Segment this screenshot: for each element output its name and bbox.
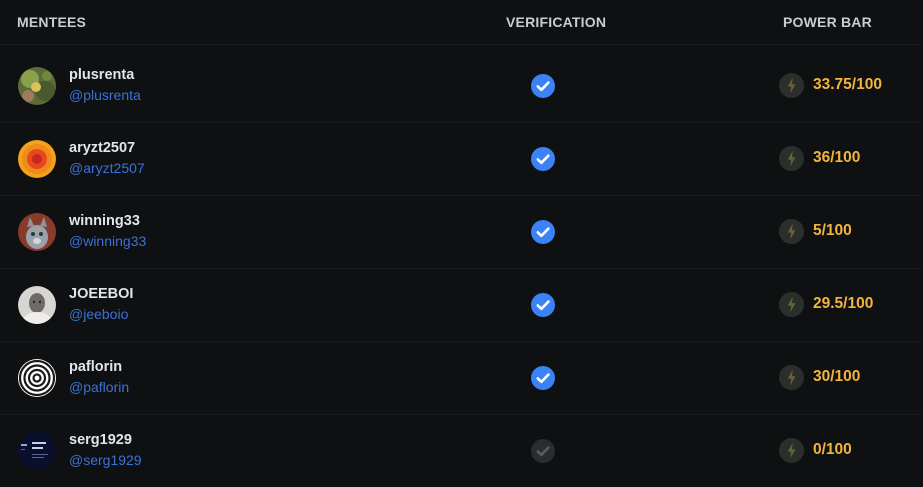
mentee-handle-link[interactable]: @paflorin: [69, 379, 129, 395]
mentee-handle-link[interactable]: @jeeboio: [69, 306, 128, 322]
power-value: 5/100: [813, 222, 852, 239]
verified-check-icon: [531, 366, 555, 390]
unverified-check-icon: [531, 439, 555, 463]
avatar[interactable]: [18, 213, 56, 251]
avatar[interactable]: [18, 359, 56, 397]
verified-check-icon: [531, 74, 555, 98]
mentees-table: MENTEES VERIFICATION POWER BAR plusrenta…: [0, 0, 923, 487]
mentee-username: plusrenta: [69, 67, 135, 83]
power-value: 30/100: [813, 368, 861, 385]
lightning-bolt-icon: [779, 365, 804, 390]
mentee-username: serg1929: [69, 432, 132, 448]
verified-check-icon: [531, 293, 555, 317]
table-row: JOEEBOI @jeeboio 29.5/100: [0, 269, 923, 342]
table-header: MENTEES VERIFICATION POWER BAR: [0, 0, 923, 45]
mentee-username: JOEEBOI: [69, 286, 134, 302]
table-row: plusrenta @plusrenta 33.75/100: [0, 50, 923, 123]
table-row: aryzt2507 @aryzt2507 36/100: [0, 123, 923, 196]
mentee-username: winning33: [69, 213, 140, 229]
verified-check-icon: [531, 147, 555, 171]
lightning-bolt-icon: [779, 73, 804, 98]
avatar[interactable]: [18, 140, 56, 178]
lightning-bolt-icon: [779, 292, 804, 317]
mentee-handle-link[interactable]: @winning33: [69, 233, 146, 249]
verified-check-icon: [531, 220, 555, 244]
mentee-handle-link[interactable]: @plusrenta: [69, 87, 141, 103]
mentee-username: aryzt2507: [69, 140, 136, 156]
column-header-verification: VERIFICATION: [506, 14, 607, 30]
table-row: paflorin @paflorin 30/100: [0, 342, 923, 415]
table-row: winning33 @winning33 5/100: [0, 196, 923, 269]
lightning-bolt-icon: [779, 438, 804, 463]
column-header-power-bar: POWER BAR: [783, 14, 872, 30]
power-value: 33.75/100: [813, 76, 882, 93]
lightning-bolt-icon: [779, 146, 804, 171]
power-value: 36/100: [813, 149, 861, 166]
avatar[interactable]: [18, 67, 56, 105]
lightning-bolt-icon: [779, 219, 804, 244]
mentee-username: paflorin: [69, 359, 123, 375]
mentee-handle-link[interactable]: @aryzt2507: [69, 160, 145, 176]
power-value: 0/100: [813, 441, 852, 458]
column-header-mentees: MENTEES: [17, 14, 87, 30]
mentee-handle-link[interactable]: @serg1929: [69, 452, 142, 468]
avatar[interactable]: [18, 286, 56, 324]
table-row: serg1929 @serg1929 0/100: [0, 415, 923, 487]
power-value: 29.5/100: [813, 295, 874, 312]
avatar[interactable]: [18, 432, 56, 470]
